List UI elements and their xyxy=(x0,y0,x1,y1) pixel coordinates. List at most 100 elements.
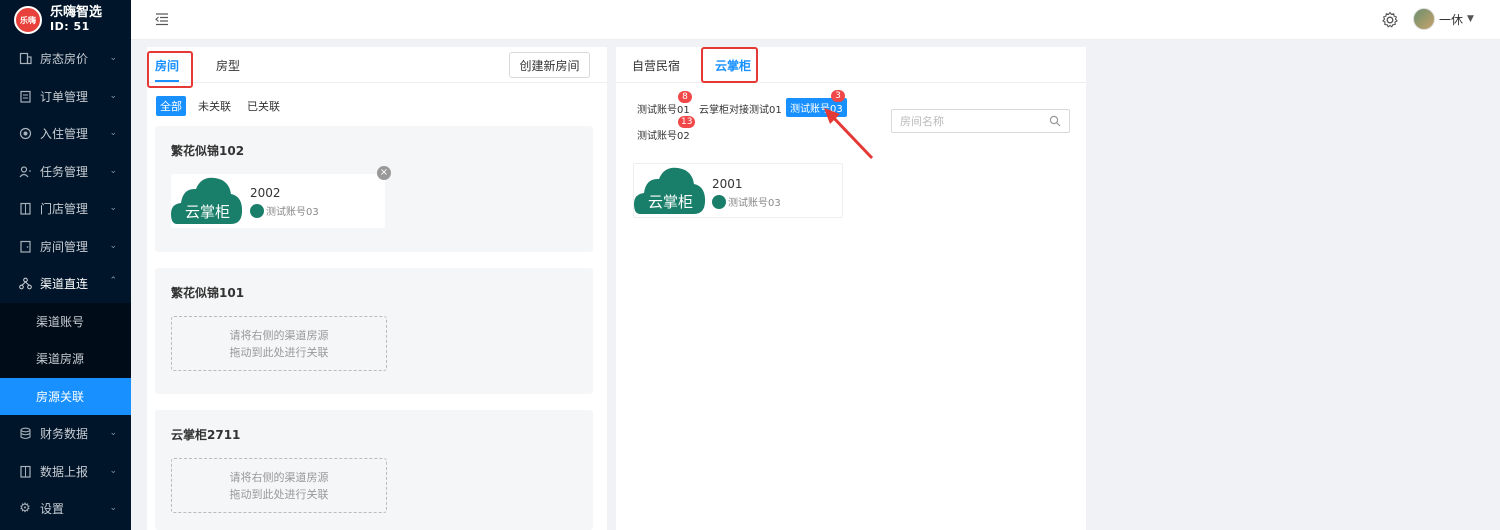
linked-room-number: 2002 xyxy=(250,186,281,200)
sidebar-item-checkin[interactable]: 入住管理 ⌄ xyxy=(0,115,131,153)
chevron-down-icon: ⌄ xyxy=(109,240,117,251)
channel-submenu: 渠道账号 渠道房源 房源关联 xyxy=(0,302,131,415)
drop-zone[interactable]: 请将右侧的渠道房源 拖动到此处进行关联 xyxy=(171,458,387,513)
building-icon xyxy=(18,52,32,66)
order-icon xyxy=(18,89,32,103)
filter-linked[interactable]: 已关联 xyxy=(243,96,284,116)
room-search-input[interactable] xyxy=(892,110,1042,132)
count-badge: 3 xyxy=(831,90,845,102)
filter-all[interactable]: 全部 xyxy=(156,96,186,116)
sidebar-item-data-report[interactable]: 数据上报 ⌄ xyxy=(0,453,131,491)
sidebar-item-label: 房态房价 xyxy=(40,52,89,67)
sidebar-item-stores[interactable]: 门店管理 ⌄ xyxy=(0,190,131,228)
chevron-down-icon: ⌄ xyxy=(109,165,117,176)
drop-hint-line2: 拖动到此处进行关联 xyxy=(229,488,329,501)
chevron-down-icon: ⌄ xyxy=(109,90,117,101)
count-badge: 13 xyxy=(678,116,696,128)
report-icon xyxy=(18,464,32,478)
sidebar-item-label: 数据上报 xyxy=(40,464,89,479)
room-title: 繁花似锦102 xyxy=(171,144,245,158)
sidebar-item-orders[interactable]: 订单管理 ⌄ xyxy=(0,78,131,116)
count-badge: 8 xyxy=(678,91,692,103)
chevron-down-icon: ⌄ xyxy=(109,465,117,476)
settings-gear-icon[interactable] xyxy=(1381,11,1399,29)
chevron-down-icon: ⌄ xyxy=(109,503,117,513)
account-avatar-icon xyxy=(712,194,726,209)
tab-self-operated[interactable]: 自营民宿 xyxy=(632,57,680,74)
store-icon xyxy=(18,202,32,216)
menu-fold-icon[interactable] xyxy=(155,12,169,26)
room-search xyxy=(891,109,1070,133)
account-chip[interactable]: 云掌柜对接测试01 xyxy=(695,99,786,118)
drop-zone[interactable]: 请将右侧的渠道房源 拖动到此处进行关联 xyxy=(171,316,387,371)
sidebar-item-channel-listings[interactable]: 渠道房源 xyxy=(0,340,131,378)
create-room-button[interactable]: 创建新房间 xyxy=(509,52,590,78)
user-menu[interactable]: 一休 ▼ xyxy=(1413,8,1474,30)
channel-tabs: 自营民宿 云掌柜 xyxy=(616,47,1086,83)
sidebar-item-label: 订单管理 xyxy=(40,89,89,104)
chevron-down-icon: ⌄ xyxy=(109,428,117,438)
sidebar-item-label: 财务数据 xyxy=(40,427,89,442)
room-icon xyxy=(18,239,32,253)
sidebar: 乐嗨 乐嗨智选 ID: 51 房态房价 ⌄ 订单管理 ⌄ 入住管理 ⌄ 任务管理… xyxy=(0,0,131,530)
sidebar-item-label: 任务管理 xyxy=(40,164,89,179)
room-card: 繁花似锦102 云掌柜 2002 测试账号03 × xyxy=(155,126,593,252)
chevron-down-icon: ⌄ xyxy=(109,53,117,63)
sidebar-item-listing-association[interactable]: 房源关联 xyxy=(0,377,131,415)
listing-account-label: 测试账号03 xyxy=(728,198,781,209)
brand-name: 乐嗨智选 xyxy=(50,5,103,20)
cloud-logo-text: 云掌柜 xyxy=(648,193,694,211)
room-card: 云掌柜2711 请将右侧的渠道房源 拖动到此处进行关联 xyxy=(155,410,593,530)
room-title: 繁花似锦101 xyxy=(171,286,245,300)
brand-text: 乐嗨智选 ID: 51 xyxy=(50,6,102,34)
task-icon xyxy=(18,164,32,178)
brand: 乐嗨 乐嗨智选 ID: 51 xyxy=(0,0,131,40)
channel-listing-card[interactable]: 云掌柜 2001 测试账号03 xyxy=(633,163,843,218)
user-name: 一休 xyxy=(1439,12,1464,27)
gear-icon: ⚙ xyxy=(19,501,31,517)
filter-unlinked[interactable]: 未关联 xyxy=(194,96,235,116)
top-header: 一休 ▼ xyxy=(131,0,1500,40)
highlight-box xyxy=(147,51,193,88)
room-title: 云掌柜2711 xyxy=(171,428,241,442)
listing-room-number: 2001 xyxy=(712,177,743,191)
chevron-down-icon: ⌄ xyxy=(109,128,117,138)
search-icon[interactable] xyxy=(1049,115,1061,127)
association-filters: 全部 未关联 已关联 xyxy=(156,96,284,116)
annotation-arrow-icon xyxy=(824,108,874,160)
drop-hint-line1: 请将右侧的渠道房源 xyxy=(229,471,329,484)
sidebar-item-tasks[interactable]: 任务管理 ⌄ xyxy=(0,153,131,191)
sidebar-item-settings[interactable]: ⚙ 设置 ⌄ xyxy=(0,490,131,528)
linked-account-label: 测试账号03 xyxy=(266,207,319,218)
sidebar-item-channel[interactable]: 渠道直连 ⌃ xyxy=(0,265,131,303)
listing-account: 测试账号03 xyxy=(712,194,781,209)
linked-listing[interactable]: 云掌柜 2002 测试账号03 xyxy=(171,174,385,228)
caret-down-icon: ▼ xyxy=(1467,14,1474,24)
sidebar-item-rooms[interactable]: 房间管理 ⌄ xyxy=(0,228,131,266)
brand-id: ID: 51 xyxy=(50,20,90,33)
sidebar-item-label: 入住管理 xyxy=(40,127,89,142)
highlight-box xyxy=(701,47,758,83)
checkin-icon xyxy=(18,127,32,141)
account-avatar-icon xyxy=(250,203,264,218)
drop-hint-line2: 拖动到此处进行关联 xyxy=(229,346,329,359)
cloud-logo-text: 云掌柜 xyxy=(185,203,231,221)
avatar xyxy=(1413,8,1435,30)
channel-icon xyxy=(18,277,32,291)
chevron-up-icon: ⌃ xyxy=(109,276,117,286)
finance-icon xyxy=(18,427,32,441)
sidebar-item-label: 房间管理 xyxy=(40,239,89,254)
close-icon[interactable]: × xyxy=(377,166,391,180)
sidebar-item-channel-accounts[interactable]: 渠道账号 xyxy=(0,303,131,341)
brand-logo: 乐嗨 xyxy=(14,6,42,34)
sidebar-item-room-status[interactable]: 房态房价 ⌄ xyxy=(0,40,131,78)
sidebar-item-label: 门店管理 xyxy=(40,202,89,217)
chevron-down-icon: ⌄ xyxy=(109,203,117,213)
sidebar-item-finance[interactable]: 财务数据 ⌄ xyxy=(0,415,131,453)
linked-account: 测试账号03 xyxy=(250,203,319,218)
room-card: 繁花似锦101 请将右侧的渠道房源 拖动到此处进行关联 xyxy=(155,268,593,394)
tab-room-types[interactable]: 房型 xyxy=(216,57,240,74)
drop-hint-line1: 请将右侧的渠道房源 xyxy=(229,329,329,342)
sidebar-item-label: 渠道直连 xyxy=(40,277,89,292)
sidebar-item-label: 设置 xyxy=(40,502,65,517)
